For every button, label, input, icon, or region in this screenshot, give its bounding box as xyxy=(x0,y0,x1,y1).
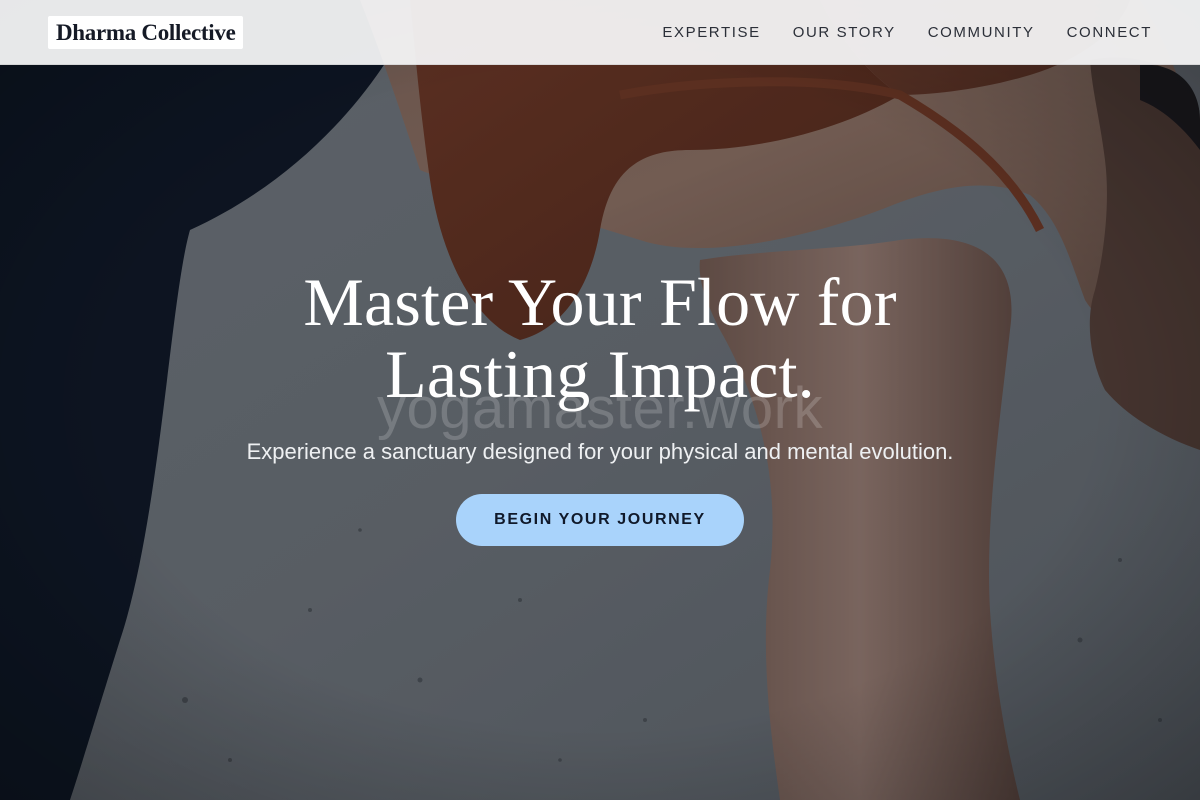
nav-link-connect[interactable]: CONNECT xyxy=(1067,24,1152,41)
hero-section: Dharma Collective EXPERTISE OUR STORY CO… xyxy=(0,0,1200,800)
nav-link-community[interactable]: COMMUNITY xyxy=(928,24,1035,41)
brand-logo[interactable]: Dharma Collective xyxy=(48,16,244,49)
nav-links: EXPERTISE OUR STORY COMMUNITY CONNECT xyxy=(662,0,1152,64)
hero-headline-line-2: Lasting Impact. xyxy=(385,336,815,412)
begin-journey-button[interactable]: BEGIN YOUR JOURNEY xyxy=(456,494,744,546)
nav-link-our-story[interactable]: OUR STORY xyxy=(793,24,896,41)
nav-link-expertise[interactable]: EXPERTISE xyxy=(662,24,760,41)
hero-subtitle: Experience a sanctuary designed for your… xyxy=(246,439,954,464)
top-navigation-bar: Dharma Collective EXPERTISE OUR STORY CO… xyxy=(0,0,1200,65)
hero-headline-line-1: Master Your Flow for xyxy=(303,264,897,340)
hero-headline: Master Your Flow for Lasting Impact. xyxy=(150,266,1050,410)
